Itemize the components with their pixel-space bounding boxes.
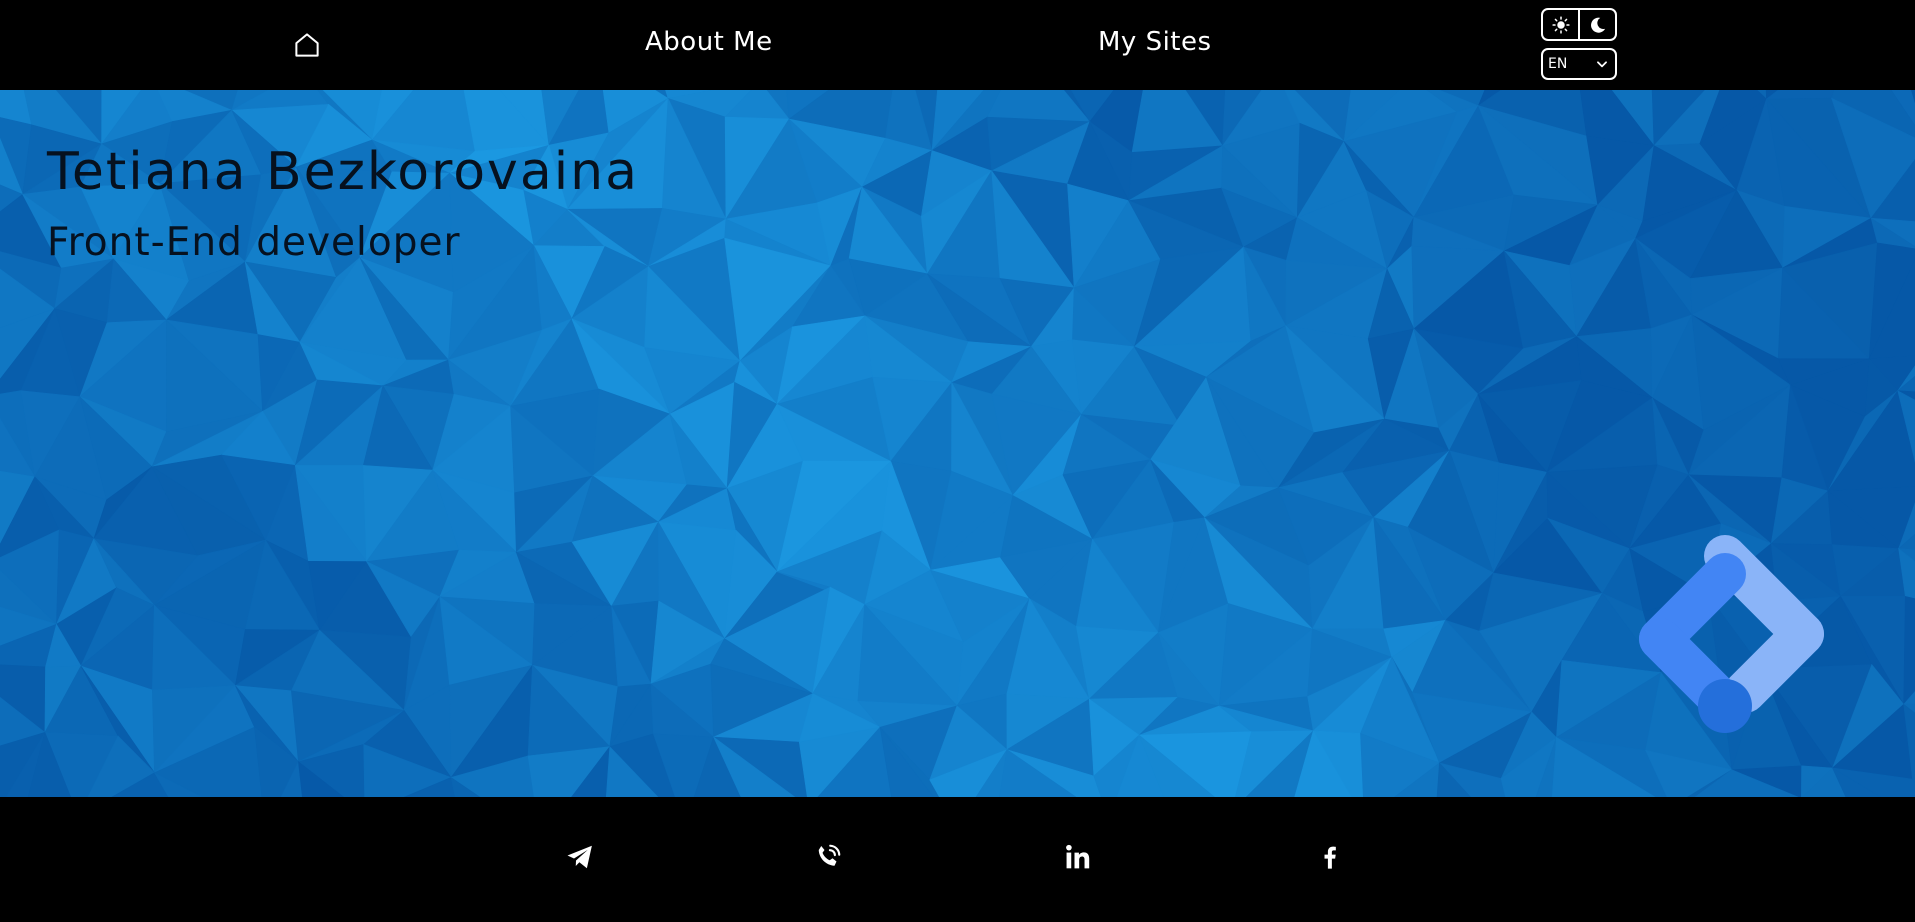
chevron-down-icon <box>1597 61 1607 68</box>
light-theme-button[interactable] <box>1543 10 1578 39</box>
hero-role: Front-End developer <box>47 220 461 265</box>
home-icon <box>295 33 319 57</box>
background-facet <box>1903 595 1915 706</box>
dark-theme-button[interactable] <box>1578 10 1615 39</box>
phone-icon <box>818 844 841 866</box>
telegram-icon <box>567 845 592 869</box>
hero-name: Tetiana Bezkorovaina <box>47 142 639 202</box>
language-select[interactable]: EN <box>1541 48 1617 80</box>
google-tag-manager-logo <box>1639 535 1824 733</box>
nav-about-me[interactable]: About Me <box>645 27 773 57</box>
top-navigation: About Me My Sites EN <box>0 0 1915 90</box>
linkedin-icon <box>1066 844 1090 869</box>
theme-toggle <box>1541 8 1617 41</box>
telegram-link[interactable] <box>560 837 600 877</box>
phone-link[interactable] <box>808 837 848 877</box>
moon-icon <box>1590 17 1605 33</box>
hero-section: Tetiana Bezkorovaina Front-End developer <box>0 90 1915 797</box>
sun-icon <box>1551 15 1570 34</box>
home-link[interactable] <box>290 28 324 62</box>
footer-social-bar <box>0 797 1915 922</box>
nav-my-sites[interactable]: My Sites <box>1098 27 1212 57</box>
linkedin-link[interactable] <box>1058 837 1098 877</box>
facebook-icon <box>1324 846 1336 869</box>
facebook-link[interactable] <box>1310 837 1350 877</box>
language-value: EN <box>1548 56 1568 72</box>
